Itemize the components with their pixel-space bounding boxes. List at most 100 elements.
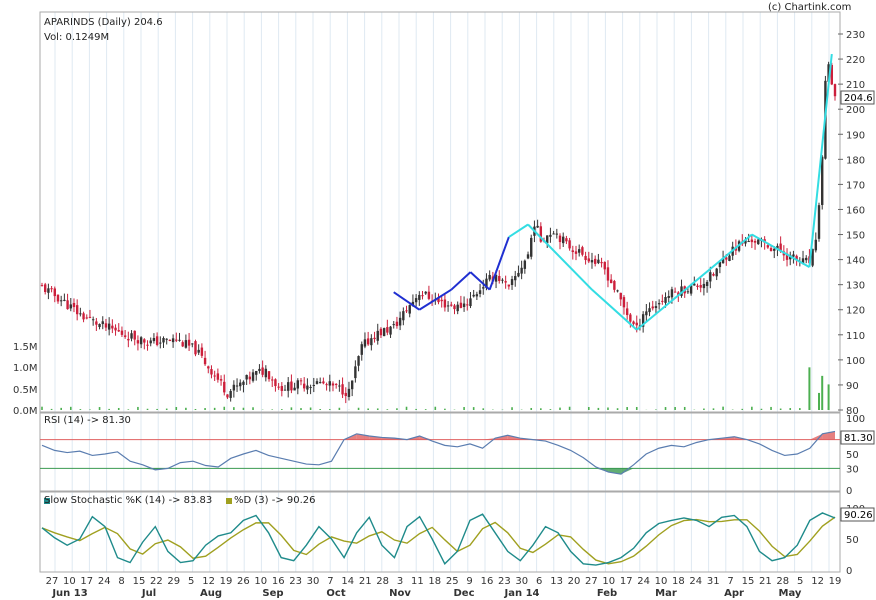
- candle-body: [398, 317, 402, 326]
- x-day-label: 13: [550, 576, 563, 587]
- candle-body: [667, 296, 670, 298]
- x-day-label: 8: [118, 576, 124, 587]
- candle-body: [440, 299, 443, 302]
- candle-body: [111, 325, 114, 329]
- volume-bar: [146, 408, 149, 410]
- volume-bar: [568, 406, 571, 410]
- x-day-label: 23: [498, 576, 511, 587]
- volume-bar: [818, 392, 821, 410]
- candle-body: [562, 236, 565, 244]
- x-day-label: 21: [759, 576, 772, 587]
- candle-body: [50, 288, 53, 290]
- volume-bar: [463, 407, 465, 410]
- candle-body: [229, 391, 232, 398]
- candle-body: [354, 366, 357, 379]
- candle-body: [395, 321, 399, 327]
- candle-body: [488, 274, 491, 280]
- price-tick-label: 190: [846, 130, 865, 141]
- volume-bars: [41, 367, 830, 410]
- volume-bar: [175, 406, 178, 410]
- candle-body: [350, 380, 354, 390]
- x-day-label: 19: [220, 576, 233, 587]
- candle-body: [558, 235, 562, 243]
- volume-bar: [69, 406, 72, 410]
- candle-body: [267, 371, 271, 380]
- candle-body: [459, 302, 463, 308]
- candle-body: [606, 267, 610, 281]
- candle-body: [773, 248, 776, 251]
- x-month-label: Oct: [326, 588, 345, 599]
- price-tick-label: 150: [846, 231, 865, 242]
- candle-body: [306, 385, 309, 390]
- candle-body: [162, 337, 165, 343]
- candle-body: [757, 239, 760, 245]
- candle-body: [322, 381, 325, 384]
- candle-body: [747, 241, 750, 243]
- candle-body: [341, 384, 344, 395]
- stoch-d-line: [41, 516, 836, 565]
- candle-body: [283, 389, 287, 391]
- x-month-label: Jul: [141, 588, 156, 599]
- x-month-label: Mar: [655, 588, 677, 599]
- volume-bar: [117, 407, 120, 410]
- volume-bar: [635, 406, 638, 410]
- price-panel-frame: [39, 11, 841, 413]
- candle-body: [469, 298, 472, 307]
- candle-body: [552, 233, 555, 235]
- x-month-label: Jan 14: [504, 588, 540, 599]
- candle-body: [386, 327, 389, 333]
- rsi-series: [40, 430, 840, 475]
- volume-bar: [626, 407, 628, 410]
- x-day-label: 7: [727, 576, 733, 587]
- candle-body: [792, 254, 795, 257]
- candle-body: [408, 305, 411, 314]
- candle-body: [635, 322, 638, 326]
- volume-bar: [108, 408, 110, 410]
- candle-body: [622, 297, 626, 308]
- volume-bar: [616, 408, 619, 410]
- volume-bar: [472, 407, 475, 410]
- candle-body: [226, 394, 229, 398]
- candle-body: [421, 295, 424, 297]
- candle-body: [72, 302, 76, 308]
- candle-body: [66, 300, 69, 310]
- volume-bar: [271, 409, 274, 410]
- volume-bar: [760, 408, 763, 410]
- volume-bar: [328, 409, 331, 410]
- candle-body: [197, 349, 200, 353]
- volume-bar: [41, 406, 43, 410]
- volume-bar: [396, 408, 398, 410]
- candle-body: [136, 340, 140, 344]
- candle-body: [149, 340, 152, 344]
- volume-bar: [98, 407, 101, 410]
- candle-body: [526, 254, 530, 259]
- stoch-d-swatch: [226, 498, 232, 504]
- candle-body: [632, 321, 635, 324]
- rsi-label: RSI (14) -> 81.30: [44, 415, 131, 426]
- candle-body: [159, 342, 162, 344]
- candle-body: [235, 385, 239, 387]
- candle-body: [370, 338, 373, 346]
- x-day-label: 14: [341, 576, 354, 587]
- volume-bar: [674, 406, 676, 410]
- candle-body: [405, 310, 408, 312]
- volume-bar: [281, 409, 283, 410]
- candle-body: [629, 314, 632, 322]
- candle-body: [194, 341, 197, 355]
- x-day-label: 16: [272, 576, 285, 587]
- x-month-label: Nov: [389, 588, 411, 599]
- candle-body: [303, 383, 306, 389]
- stoch-value: 90.26: [844, 510, 873, 521]
- candle-body: [382, 328, 386, 337]
- candle-body: [168, 339, 172, 341]
- candle-body: [536, 225, 539, 228]
- x-day-label: 7: [327, 576, 333, 587]
- candle-body: [248, 376, 252, 380]
- candle-body: [290, 381, 293, 391]
- volume-bar: [549, 409, 552, 410]
- candle-body: [766, 245, 770, 248]
- x-day-label: 25: [446, 576, 459, 587]
- x-day-label: 22: [150, 576, 163, 587]
- candle-body: [309, 386, 312, 388]
- candle-body: [728, 255, 731, 262]
